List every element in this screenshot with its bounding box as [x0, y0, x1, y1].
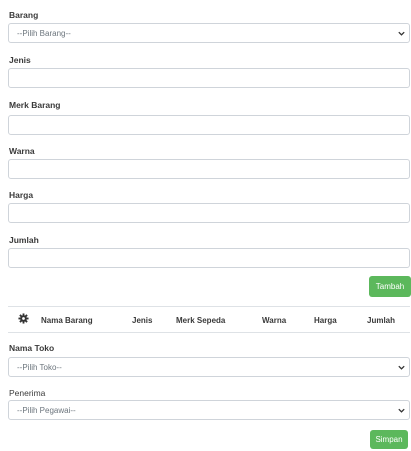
- simpan-button[interactable]: Simpan: [370, 430, 408, 449]
- barang-label: Barang: [9, 10, 39, 20]
- chevron-down-icon: [398, 365, 405, 370]
- gear-icon[interactable]: [18, 313, 29, 324]
- jenis-label: Jenis: [9, 55, 31, 65]
- column-header-jumlah[interactable]: Jumlah: [367, 316, 395, 325]
- warna-label: Warna: [9, 146, 35, 156]
- column-header-merk-sepeda[interactable]: Merk Sepeda: [176, 316, 225, 325]
- table-header-bottom-border: [8, 332, 410, 333]
- nama-toko-select[interactable]: --Pilih Toko--: [8, 357, 410, 377]
- tambah-button[interactable]: Tambah: [369, 276, 411, 297]
- barang-select[interactable]: --Pilih Barang--: [8, 23, 410, 43]
- merk-barang-label: Merk Barang: [9, 100, 61, 110]
- penerima-label: Penerima: [9, 388, 46, 398]
- chevron-down-icon: [398, 408, 405, 413]
- warna-input[interactable]: [8, 159, 410, 179]
- table-header-top-border: [8, 306, 410, 307]
- penerima-select-value: --Pilih Pegawai--: [17, 406, 76, 415]
- harga-input[interactable]: [8, 203, 410, 223]
- chevron-down-icon: [398, 31, 405, 36]
- column-header-nama-barang[interactable]: Nama Barang: [41, 316, 93, 325]
- column-header-jenis[interactable]: Jenis: [132, 316, 152, 325]
- nama-toko-select-value: --Pilih Toko--: [17, 363, 62, 372]
- nama-toko-label: Nama Toko: [9, 343, 55, 353]
- column-header-harga[interactable]: Harga: [314, 316, 337, 325]
- penerima-select[interactable]: --Pilih Pegawai--: [8, 400, 410, 420]
- jenis-input[interactable]: [8, 68, 410, 88]
- harga-label: Harga: [9, 190, 34, 200]
- jumlah-input[interactable]: [8, 248, 410, 268]
- merk-barang-input[interactable]: [8, 115, 410, 135]
- jumlah-label: Jumlah: [9, 235, 39, 245]
- column-header-warna[interactable]: Warna: [262, 316, 286, 325]
- barang-select-value: --Pilih Barang--: [17, 29, 71, 38]
